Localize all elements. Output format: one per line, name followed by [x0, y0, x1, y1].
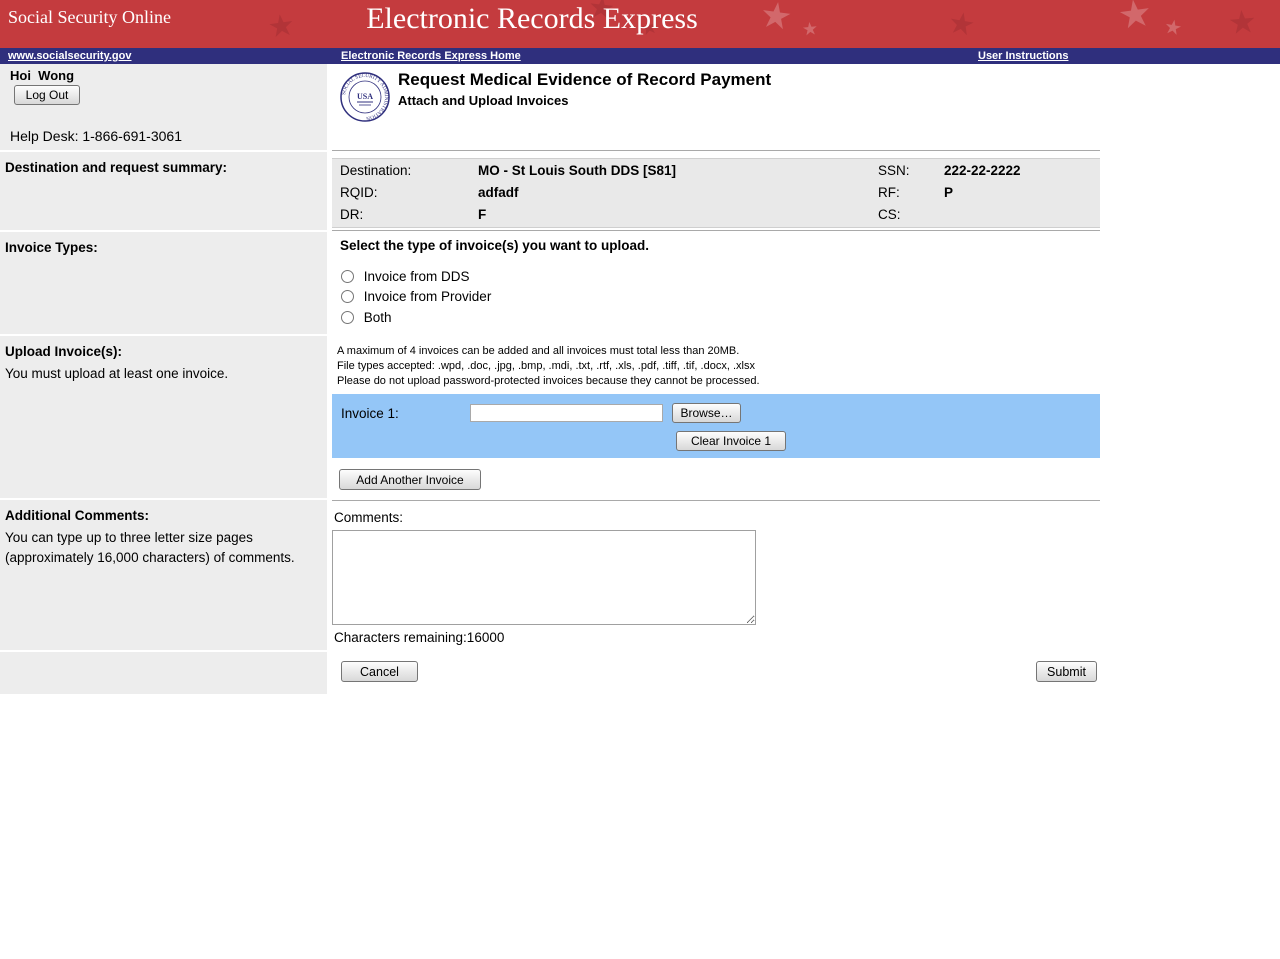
- seal-center-text: USA: [357, 92, 373, 101]
- clear-invoice-1-button[interactable]: Clear Invoice 1: [676, 431, 786, 451]
- help-desk-text: Help Desk: 1-866-691-3061: [10, 128, 182, 144]
- cs-label: CS:: [878, 207, 901, 222]
- invoice-1-file-input[interactable]: [470, 404, 663, 422]
- divider: [332, 500, 1100, 501]
- banner-star-icon: ★: [1116, 0, 1155, 36]
- dr-value: F: [478, 207, 486, 222]
- upload-rule-password: Please do not upload password-protected …: [337, 375, 760, 387]
- invoice-upload-box: Invoice 1: Browse… Clear Invoice 1: [332, 394, 1100, 458]
- comments-textarea[interactable]: [332, 530, 756, 625]
- rf-value: P: [944, 185, 953, 200]
- radio-invoice-from-dds[interactable]: [341, 270, 354, 283]
- sidebar: Hoi Wong Log Out Help Desk: 1-866-691-30…: [0, 64, 327, 694]
- upload-rule-max: A maximum of 4 invoices can be added and…: [337, 345, 739, 357]
- invoice-type-prompt: Select the type of invoice(s) you want t…: [340, 238, 649, 253]
- sidebar-section-destination: Destination and request summary:: [0, 152, 327, 232]
- request-summary-box: Destination: MO - St Louis South DDS [S8…: [332, 158, 1100, 228]
- user-name: Hoi Wong: [10, 68, 74, 83]
- page-title: Request Medical Evidence of Record Payme…: [398, 70, 771, 90]
- upload-section-label: Upload Invoice(s):: [5, 344, 122, 359]
- divider: [332, 230, 1100, 231]
- nav-link-user-instructions[interactable]: User Instructions: [978, 50, 1068, 62]
- radio-label: Invoice from DDS: [364, 269, 470, 284]
- nav-link-ere-home[interactable]: Electronic Records Express Home: [341, 50, 521, 62]
- rf-label: RF:: [878, 185, 900, 200]
- comments-label: Comments:: [334, 510, 403, 525]
- comments-section-label: Additional Comments:: [5, 508, 149, 523]
- page-subtitle: Attach and Upload Invoices: [398, 93, 568, 108]
- sidebar-user-section: Hoi Wong Log Out Help Desk: 1-866-691-30…: [0, 64, 327, 152]
- invoice-type-option: Both: [341, 310, 392, 326]
- ssn-label: SSN:: [878, 163, 910, 178]
- invoice-type-option: Invoice from Provider: [341, 289, 491, 305]
- submit-button[interactable]: Submit: [1036, 661, 1097, 682]
- destination-label: Destination:: [340, 163, 411, 178]
- destination-value: MO - St Louis South DDS [S81]: [478, 163, 676, 178]
- invoice-1-label: Invoice 1:: [341, 406, 399, 421]
- divider: [332, 150, 1100, 151]
- sidebar-section-comments: Additional Comments: You can type up to …: [0, 500, 327, 652]
- sidebar-section-invoice-types: Invoice Types:: [0, 232, 327, 336]
- top-banner: ★ ★ ★ ★ ★ ★ ★ ★ ★ Social Security Online…: [0, 0, 1280, 48]
- browse-button[interactable]: Browse…: [672, 403, 741, 423]
- dr-label: DR:: [340, 207, 363, 222]
- add-another-invoice-button[interactable]: Add Another Invoice: [339, 469, 481, 490]
- radio-both[interactable]: [341, 311, 354, 324]
- invoice-type-option: Invoice from DDS: [341, 269, 470, 285]
- comments-section-note: You can type up to three letter size pag…: [5, 528, 315, 568]
- sidebar-section-upload: Upload Invoice(s): You must upload at le…: [0, 336, 327, 500]
- cancel-button[interactable]: Cancel: [341, 661, 418, 682]
- main-content: SOCIAL SECURITY ADMINISTRATION USA Reque…: [327, 64, 1280, 959]
- nav-bar: www.socialsecurity.gov Electronic Record…: [0, 48, 1280, 65]
- nav-link-socialsecurity-gov[interactable]: www.socialsecurity.gov: [8, 50, 132, 62]
- radio-invoice-from-provider[interactable]: [341, 290, 354, 303]
- characters-remaining-text: Characters remaining:16000: [334, 630, 504, 645]
- rqid-value: adfadf: [478, 185, 519, 200]
- radio-label: Invoice from Provider: [364, 289, 492, 304]
- logout-button[interactable]: Log Out: [14, 85, 80, 105]
- banner-star-icon: ★: [1162, 17, 1183, 40]
- ssn-value: 222-22-2222: [944, 163, 1021, 178]
- invoice-types-section-label: Invoice Types:: [5, 240, 98, 255]
- upload-section-note: You must upload at least one invoice.: [5, 364, 315, 384]
- ssa-seal-logo: SOCIAL SECURITY ADMINISTRATION USA: [340, 72, 390, 122]
- sidebar-footer-strip: [0, 652, 327, 694]
- banner-star-icon: ★: [1227, 5, 1258, 39]
- app-title: Electronic Records Express: [0, 2, 1064, 36]
- radio-label: Both: [364, 310, 392, 325]
- destination-section-label: Destination and request summary:: [5, 160, 227, 175]
- rqid-label: RQID:: [340, 185, 378, 200]
- upload-rule-types: File types accepted: .wpd, .doc, .jpg, .…: [337, 360, 755, 372]
